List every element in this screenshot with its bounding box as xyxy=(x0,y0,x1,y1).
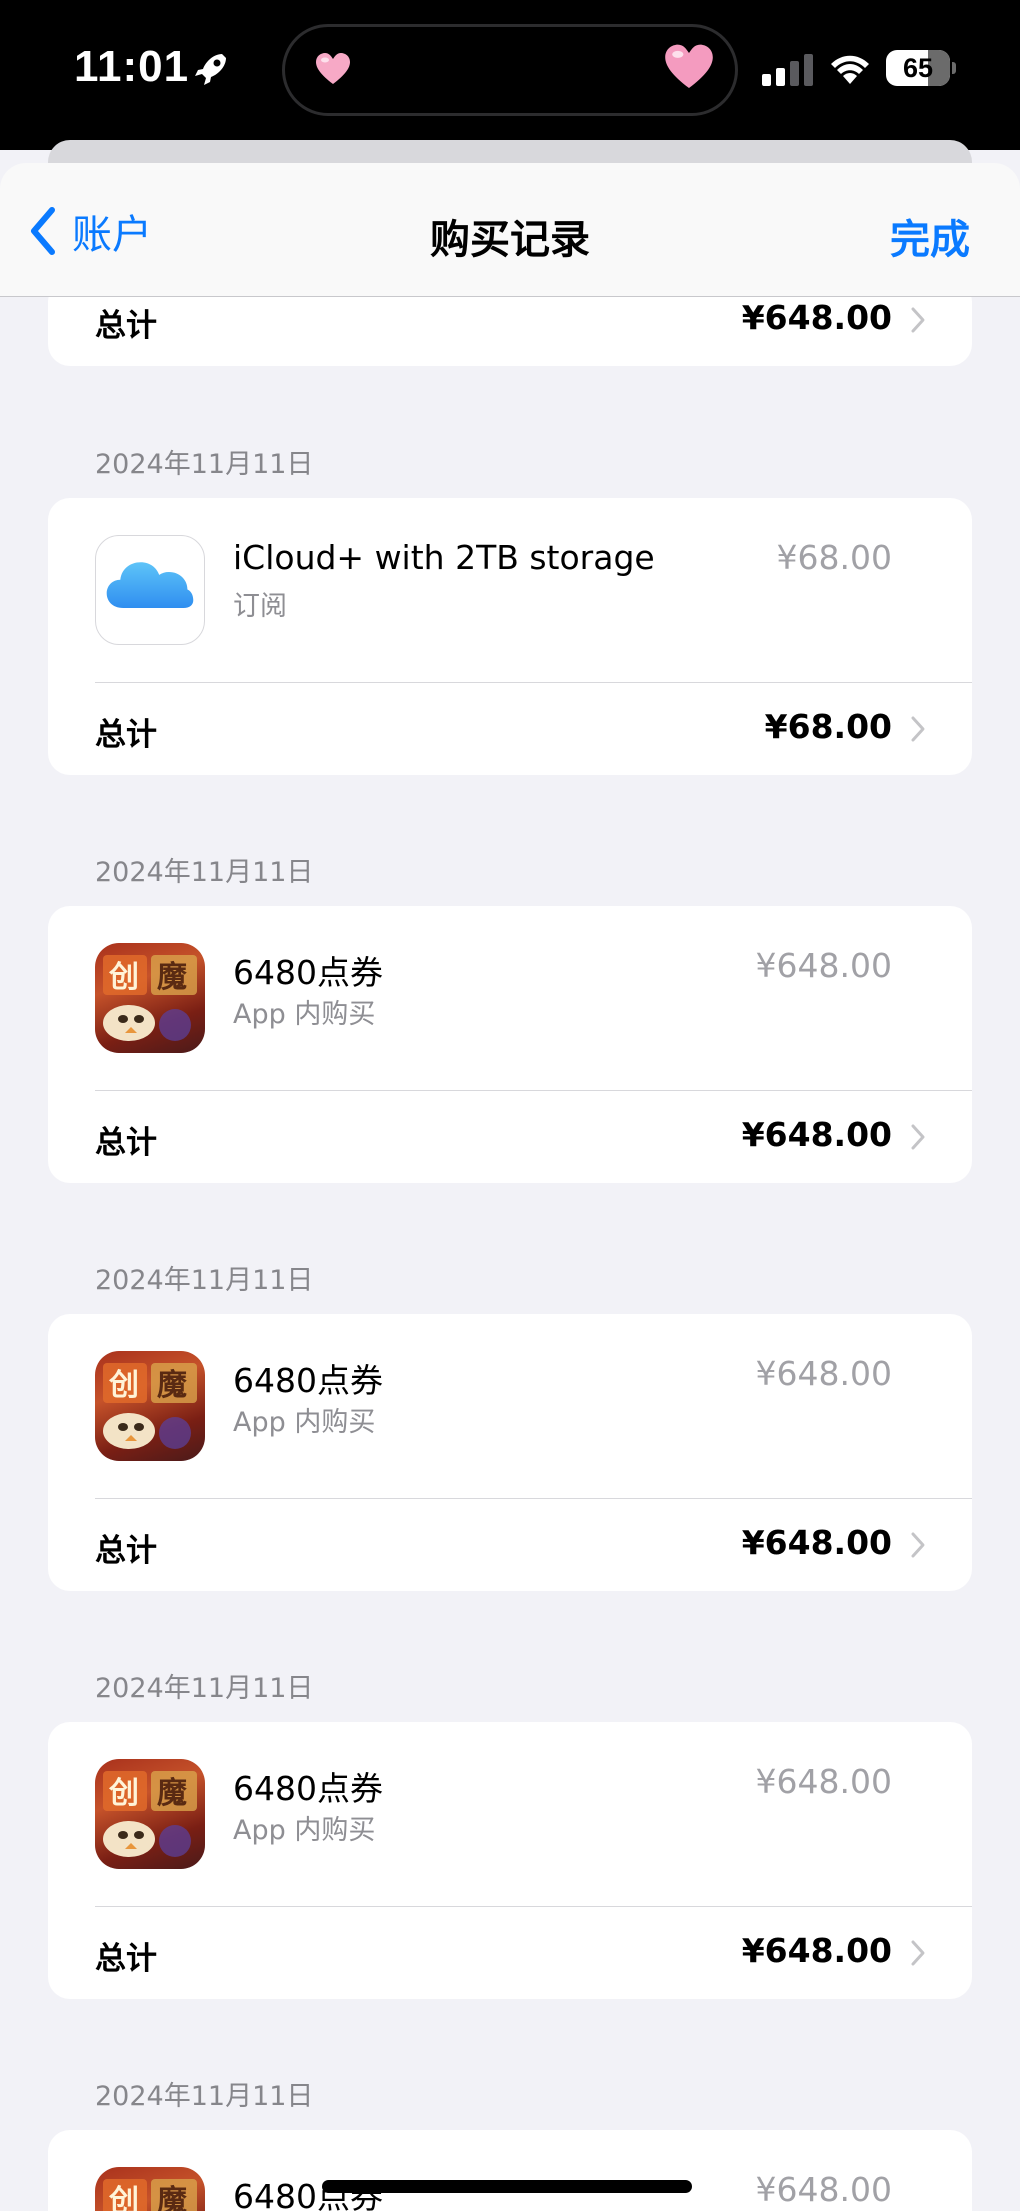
game-app-icon: 创 魔 xyxy=(95,943,205,1053)
purchase-item[interactable]: 创 魔 6480点券 App 内购买 ¥648.00 xyxy=(48,1722,972,1906)
item-name: 6480点券 xyxy=(233,953,383,992)
purchase-item[interactable]: 创 魔 6480点券 App 内购买 ¥648.00 xyxy=(48,906,972,1090)
item-name: 6480点券 xyxy=(233,1769,383,1808)
purchase-card: 创 魔 6480点券 ¥648.00 xyxy=(48,2130,972,2211)
game-app-icon: 创 魔 xyxy=(95,2167,205,2211)
svg-text:魔: 魔 xyxy=(157,2184,187,2211)
page-title: 购买记录 xyxy=(430,217,590,263)
total-value: ¥68.00 xyxy=(764,707,892,746)
total-label: 总计 xyxy=(95,1533,157,1569)
svg-text:魔: 魔 xyxy=(157,960,187,995)
item-price: ¥68.00 xyxy=(776,538,892,577)
purchase-card: iCloud+ with 2TB storage 订阅 ¥68.00 总计 ¥6… xyxy=(48,498,972,775)
date-header: 2024年11月11日 xyxy=(95,2081,314,2112)
total-value: ¥648.00 xyxy=(741,1523,892,1562)
purchase-item[interactable]: 创 魔 6480点券 ¥648.00 xyxy=(48,2130,972,2211)
item-price: ¥648.00 xyxy=(755,1762,892,1801)
purchase-card: 创 魔 6480点券 App 内购买 ¥648.00 总计 ¥648.00 xyxy=(48,1314,972,1591)
svg-text:魔: 魔 xyxy=(157,1368,187,1403)
total-label: 总计 xyxy=(95,1941,157,1977)
total-value: ¥648.00 xyxy=(741,1115,892,1154)
date-header: 2024年11月11日 xyxy=(95,857,314,888)
item-type: 订阅 xyxy=(233,591,287,622)
purchase-item[interactable]: 创 魔 6480点券 App 内购买 ¥648.00 xyxy=(48,1314,972,1498)
date-header: 2024年11月11日 xyxy=(95,1265,314,1296)
chevron-right-icon xyxy=(911,1124,925,1150)
chevron-right-icon xyxy=(911,1532,925,1558)
item-type: App 内购买 xyxy=(233,999,376,1030)
date-header: 2024年11月11日 xyxy=(95,1673,314,1704)
total-label: 总计 xyxy=(95,308,157,344)
item-type: App 内购买 xyxy=(233,1815,376,1846)
chevron-right-icon xyxy=(911,716,925,742)
total-value: ¥648.00 xyxy=(741,1931,892,1970)
total-row[interactable]: 总计 ¥68.00 xyxy=(48,683,972,775)
svg-text:创: 创 xyxy=(108,1368,139,1403)
total-label: 总计 xyxy=(95,717,157,753)
item-price: ¥648.00 xyxy=(755,2170,892,2209)
purchase-history-list[interactable]: 总计 ¥648.00 2024年11月11日 iCloud+ with 2TB … xyxy=(0,0,1020,2211)
svg-text:创: 创 xyxy=(108,1776,139,1811)
svg-text:创: 创 xyxy=(108,2184,139,2211)
navigation-bar: 账户 购买记录 完成 xyxy=(0,163,1020,297)
total-row[interactable]: 总计 ¥648.00 xyxy=(48,1499,972,1591)
total-label: 总计 xyxy=(95,1125,157,1161)
item-price: ¥648.00 xyxy=(755,946,892,985)
total-row[interactable]: 总计 ¥648.00 xyxy=(48,1907,972,1999)
item-type: App 内购买 xyxy=(233,1407,376,1438)
game-app-icon: 创 魔 xyxy=(95,1351,205,1461)
svg-text:魔: 魔 xyxy=(157,1776,187,1811)
icloud-icon xyxy=(95,535,205,645)
game-app-icon: 创 魔 xyxy=(95,1759,205,1869)
svg-text:创: 创 xyxy=(108,960,139,995)
total-value: ¥648.00 xyxy=(741,298,892,337)
home-indicator[interactable] xyxy=(322,2180,692,2193)
item-price: ¥648.00 xyxy=(755,1354,892,1393)
total-row[interactable]: 总计 ¥648.00 xyxy=(48,1091,972,1183)
done-button[interactable]: 完成 xyxy=(890,207,970,265)
purchase-card: 创 魔 6480点券 App 内购买 ¥648.00 总计 ¥648.00 xyxy=(48,1722,972,1999)
chevron-right-icon xyxy=(911,1940,925,1966)
purchase-item[interactable]: iCloud+ with 2TB storage 订阅 ¥68.00 xyxy=(48,498,972,682)
item-name: iCloud+ with 2TB storage xyxy=(233,538,655,577)
purchase-card: 创 魔 6480点券 App 内购买 ¥648.00 总计 ¥648.00 xyxy=(48,906,972,1183)
chevron-right-icon xyxy=(911,307,925,333)
item-name: 6480点券 xyxy=(233,1361,383,1400)
date-header: 2024年11月11日 xyxy=(95,449,314,480)
